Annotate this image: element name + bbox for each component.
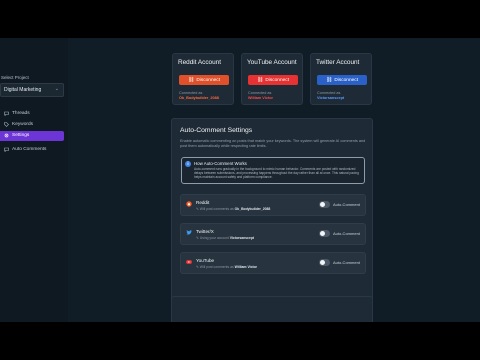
reddit-account-title: Reddit Account [178,59,221,66]
project-select-value: Digital Marketing [4,87,42,93]
toggle-knob [320,231,325,236]
reddit-connected-info: Connected as Ok_Bodybuilder_2088 [179,91,219,100]
auto-comment-settings-title: Auto-Comment Settings [180,127,253,134]
project-select[interactable]: Digital Marketing ⌄ [0,83,64,97]
tag-icon [4,122,9,129]
reddit-auto-comment-toggle[interactable] [319,201,330,208]
main-content: Reddit Account ⛓ Disconnect Connected as … [68,38,480,322]
twitter-auto-comment-toggle[interactable] [319,230,330,237]
auto-comment-description: Enable automatic commenting on posts tha… [180,139,366,148]
toggle-knob [320,202,325,207]
platform-username: Victorsanscept [229,236,255,240]
youtube-account-title: YouTube Account [247,59,297,66]
reddit-icon [186,201,192,209]
how-it-works-text: Auto-comment runs gradually in the backg… [194,167,359,180]
platform-name: Twitter/X [196,229,214,234]
toggle-label: Auto-Comment [333,231,360,236]
youtube-auto-comment-toggle[interactable] [319,259,330,266]
twitter-icon [186,230,192,238]
next-settings-card [171,296,373,322]
toggle-label: Auto-Comment [333,202,360,207]
threads-icon [4,111,9,118]
project-select-label: Select Project [1,75,29,80]
app-window: Select Project Digital Marketing ⌄ Threa… [0,38,480,322]
reddit-username: Ok_Bodybuilder_2088 [179,96,219,100]
chevron-down-icon: ⌄ [54,86,59,92]
sidebar-item-label: Threads [12,111,30,116]
how-it-works-title: How Auto-Comment Works [194,161,247,166]
toggle-knob [320,260,325,265]
toggle-label: Auto-Comment [333,260,360,265]
platform-subtitle: ✎ Will post comments as William Victor [196,265,258,269]
unlink-icon: ⛓ [256,77,264,83]
youtube-account-card: YouTube Account ⛓ Disconnect Connected as… [241,53,303,105]
platform-name: YouTube [196,258,215,263]
twitter-account-card: Twitter Account ⛓ Disconnect Connected as… [310,53,372,105]
twitter-username: Victorsanscept [317,96,345,100]
sidebar-item-auto-comments[interactable]: Auto Comments [0,145,64,155]
platform-subtitle: ✎ Using your account Victorsanscept [196,236,255,240]
platform-username: William Victor [234,265,258,269]
platform-row-reddit: Reddit ✎ Will post comments as Ok_Bodybu… [180,194,366,216]
twitter-disconnect-button[interactable]: ⛓ Disconnect [317,75,367,85]
platform-row-twitter: Twitter/X ✎ Using your account Victorsan… [180,223,366,245]
reddit-account-card: Reddit Account ⛓ Disconnect Connected as … [172,53,234,105]
platform-name: Reddit [196,200,210,205]
platform-username: Ok_Bodybuilder_2088 [234,207,271,211]
unlink-icon: ⛓ [325,77,333,83]
youtube-disconnect-button[interactable]: ⛓ Disconnect [248,75,298,85]
how-it-works-box: i How Auto-Comment Works Auto-comment ru… [181,157,365,184]
reddit-disconnect-button[interactable]: ⛓ Disconnect [179,75,229,85]
info-icon: i [185,161,191,167]
youtube-username: William Victor [248,96,274,100]
sidebar: Select Project Digital Marketing ⌄ Threa… [0,38,68,322]
platform-row-youtube: YouTube ✎ Will post comments as William … [180,252,366,274]
sidebar-item-keywords[interactable]: Keywords [0,120,64,130]
sidebar-item-threads[interactable]: Threads [0,109,64,119]
sidebar-item-label: Auto Comments [12,147,47,152]
youtube-icon [186,259,192,267]
twitter-account-title: Twitter Account [316,59,360,66]
settings-icon [4,133,9,140]
comment-icon [4,147,9,154]
sidebar-item-settings[interactable]: Settings [0,131,64,141]
unlink-icon: ⛓ [187,77,195,83]
sidebar-item-label: Keywords [12,122,34,127]
sidebar-item-label: Settings [12,133,30,138]
auto-comment-settings-card: Auto-Comment Settings Enable automatic c… [171,118,373,318]
twitter-connected-info: Connected as Victorsanscept [317,91,345,100]
platform-subtitle: ✎ Will post comments as Ok_Bodybuilder_2… [196,207,271,211]
youtube-connected-info: Connected as William Victor [248,91,274,100]
